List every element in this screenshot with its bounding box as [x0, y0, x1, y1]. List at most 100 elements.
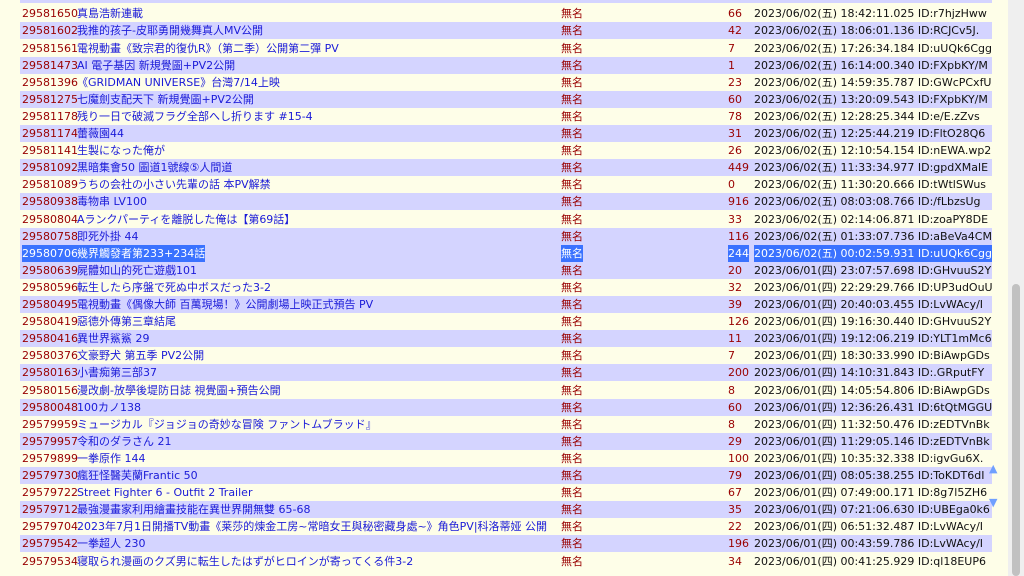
thread-title-link[interactable]: Aランクパーティを離脱した俺は【第69話】 [77, 211, 295, 228]
thread-row[interactable]: 29581396 《GRIDMAN UNIVERSE》台灣7/14上映 無名 23 20… [20, 73, 992, 91]
thread-title-link[interactable]: 電視動畫《偶像大師 百萬現場！》公開劇場上映正式預告 PV [77, 296, 373, 313]
thread-row[interactable]: 29581089 うちの会社の小さい先輩の話 本PV解禁 無名 0 2023/06/02… [20, 176, 992, 194]
thread-row[interactable]: 29579704 2023年7月1日開播TV動畫《莱莎的煉金工房~常暗女王與秘密藏… [20, 518, 992, 536]
thread-id: 29580596 [22, 280, 78, 294]
thread-row[interactable]: 29579730 瘋狂怪醫芙蘭Frantic 50 無名 79 2023/06/01(四… [20, 467, 992, 485]
thread-row[interactable]: 29581602 我推的孩子-皮耶勇開幾舞真人MV公開 無名 42 2023/06/02… [20, 22, 992, 40]
thread-title-link[interactable]: 蕾薇園44 [77, 125, 124, 142]
thread-row[interactable]: 29579899 一拳原作 144 無名 100 2023/06/01(四) 10:35… [20, 449, 992, 467]
thread-title-link[interactable]: 異世界鯊鯊 29 [77, 330, 150, 347]
scroll-down-icon[interactable]: ▼ [989, 497, 997, 508]
thread-title-link[interactable]: 一拳原作 144 [77, 450, 146, 467]
reply-count: 60 [728, 92, 742, 106]
thread-title-link[interactable]: 生製になった俺が [77, 142, 165, 159]
thread-row[interactable]: 29579959 ミュージカル『ジョジョの奇妙な冒険 ファントムブラッド』 無名 8 2… [20, 415, 992, 433]
thread-title-link[interactable]: 我推的孩子-皮耶勇開幾舞真人MV公開 [77, 22, 263, 39]
reply-count: 32 [728, 280, 742, 294]
thread-title-link[interactable]: 令和のダラさん 21 [77, 433, 172, 450]
thread-title-link[interactable]: 黒暗集會50 圖道1號線⑤人間道 [77, 159, 232, 176]
thread-author: 無名 [561, 41, 583, 55]
post-date-id: 2023/06/02(五) 18:42:11.025 ID:r7hjzHww [754, 7, 987, 21]
thread-title-link[interactable]: 毒物串 LV100 [77, 193, 147, 210]
thread-title-link[interactable]: 100カノ138 [77, 399, 141, 416]
scrollbar-thumb[interactable] [1012, 284, 1020, 576]
post-date-id: 2023/06/02(五) 11:33:34.977 ID:gpdXMalE [754, 161, 989, 175]
thread-row[interactable]: 29579722 Street Fighter 6 - Outfit 2 Trai… [20, 484, 992, 502]
thread-title-link[interactable]: 惡德外傳第三章結尾 [77, 313, 176, 330]
thread-title-link[interactable]: 残り一日で破滅フラグ全部へし折ります #15-4 [77, 108, 313, 125]
thread-title-link[interactable]: 一拳超人 230 [77, 535, 146, 552]
thread-author: 無名 [561, 332, 583, 346]
thread-row[interactable]: 29579542 一拳超人 230 無名 196 2023/06/01(四) 00:43… [20, 535, 992, 553]
thread-id: 29581174 [22, 127, 78, 140]
thread-title-link[interactable]: 幾界觸發者第233+234話 [77, 244, 206, 262]
thread-title-link[interactable]: 七魔劍支配天下 新規覺圖+PV2公開 [77, 91, 254, 108]
thread-author: 無名 [561, 127, 583, 140]
thread-title-link[interactable]: 最強漫畫家利用繪畫技能在異世界開無雙 65-68 [77, 501, 310, 518]
thread-title-link[interactable]: AI 電子基因 新規覺圖+PV2公開 [77, 57, 235, 74]
thread-title-link[interactable]: ミュージカル『ジョジョの奇妙な冒険 ファントムブラッド』 [77, 416, 377, 433]
thread-row[interactable]: 29581561 電視動畫《致宗君的復仇R》（第二季）公開第二彈 PV 無名 7 202… [20, 39, 992, 57]
thread-title-link[interactable]: 漫改劇-放學後堤防日誌 視覺圖+預告公開 [77, 382, 281, 399]
thread-row[interactable]: 29580416 異世界鯊鯊 29 無名 11 2023/06/01(四) 19:12:… [20, 330, 992, 348]
thread-author: 無名 [561, 451, 583, 465]
reply-count: 33 [728, 212, 742, 226]
thread-title-link[interactable]: Street Fighter 6 - Outfit 2 Trailer [77, 484, 252, 501]
thread-row[interactable]: 29581650 真島浩新連載 無名 66 2023/06/02(五) 18:42:11… [20, 5, 992, 23]
reply-count: 0 [728, 178, 735, 192]
thread-id: 29580639 [22, 263, 78, 277]
thread-row[interactable]: 29580376 文豪野犬 第五季 PV2公開 無名 7 2023/06/01(四) 1… [20, 347, 992, 365]
thread-row[interactable]: 29580804 Aランクパーティを離脱した俺は【第69話】 無名 33 2023/06… [20, 210, 992, 228]
thread-row[interactable]: 29581275 七魔劍支配天下 新規覺圖+PV2公開 無名 60 2023/06/02… [20, 90, 992, 108]
thread-row[interactable]: 29581092 黒暗集會50 圖道1號線⑤人間道 無名 449 2023/06/02(… [20, 159, 992, 177]
thread-id: 29580163 [22, 366, 78, 380]
thread-title-link[interactable]: 小書痴第三部37 [77, 364, 157, 381]
thread-id: 29579542 [22, 537, 78, 551]
thread-title-link[interactable]: 転生したら序盤で死ぬ中ボスだった3-2 [77, 279, 271, 296]
thread-title-link[interactable]: 即死外掛 44 [77, 228, 139, 245]
reply-count: 34 [728, 554, 742, 568]
thread-author: 無名 [561, 229, 583, 243]
thread-row[interactable]: 29580938 毒物串 LV100 無名 916 2023/06/02(五) 08:0… [20, 193, 992, 211]
thread-row[interactable]: 29580758 即死外掛 44 無名 116 2023/06/02(五) 01:33:… [20, 227, 992, 245]
reply-count: 126 [728, 315, 749, 329]
thread-row[interactable]: 29581473 AI 電子基因 新規覺圖+PV2公開 無名 1 2023/06/02(… [20, 56, 992, 74]
thread-row[interactable]: 29580596 転生したら序盤で死ぬ中ボスだった3-2 無名 32 2023/06/0… [20, 278, 993, 296]
post-date-id: 2023/06/01(四) 12:36:26.431 ID:6tQtMGGU [754, 400, 993, 414]
thread-title-link[interactable]: うちの会社の小さい先輩の話 本PV解禁 [77, 176, 271, 193]
thread-row[interactable]: 29579534 寝取られ漫画のクズ男に転生したはずがヒロインが寄ってくる件3-2… [20, 552, 992, 570]
post-date-id: 2023/06/02(五) 08:03:08.766 ID:/fLbzsUg [754, 195, 981, 209]
reply-count: 116 [728, 229, 749, 243]
reply-count: 22 [728, 520, 742, 534]
post-date-id: 2023/06/01(四) 19:12:06.219 ID:YLT1mMc6 [754, 332, 992, 346]
thread-row[interactable]: 29581178 残り一日で破滅フラグ全部へし折ります #15-4 無名 78 2023… [20, 107, 992, 125]
thread-title-link[interactable]: 瘋狂怪醫芙蘭Frantic 50 [77, 467, 198, 484]
thread-row[interactable]: 29581141 生製になった俺が 無名 26 2023/06/02(五) 12:10:… [20, 142, 992, 160]
thread-row[interactable]: 29580495 電視動畫《偶像大師 百萬現場！》公開劇場上映正式預告 PV 無名 3… [20, 296, 992, 314]
thread-row[interactable]: 29579957 令和のダラさん 21 無名 29 2023/06/01(四) 11:2… [20, 432, 992, 450]
thread-title-link[interactable]: 屍體如山的死亡遊戲101 [77, 262, 197, 279]
scroll-up-icon[interactable]: ▲ [989, 463, 997, 474]
thread-title-link[interactable]: 2023年7月1日開播TV動畫《莱莎的煉金工房~常暗女王與秘密藏身處~》角色PV… [77, 518, 547, 535]
thread-row[interactable]: 29580156 漫改劇-放學後堤防日誌 視覺圖+預告公開 無名 8 2023/06/0… [20, 381, 992, 399]
thread-row[interactable]: 29580639 屍體如山的死亡遊戲101 無名 20 2023/06/01(四) 23… [20, 261, 992, 279]
post-date-id: 2023/06/02(五) 18:06:01.136 ID:RCJCv5J. [754, 24, 980, 38]
thread-row[interactable]: 29580706 幾界觸發者第233+234話 無名 244 2023/06/02(五)… [20, 244, 992, 262]
reply-count: 20 [728, 263, 742, 277]
thread-author: 無名 [561, 366, 583, 380]
thread-title-link[interactable]: 寝取られ漫画のクズ男に転生したはずがヒロインが寄ってくる件3-2 [77, 553, 413, 570]
post-date-id: 2023/06/01(四) 14:10:31.843 ID:.GRputFY [754, 366, 985, 380]
thread-row[interactable]: 29580048 100カノ138 無名 60 2023/06/01(四) 12:36:… [20, 398, 993, 416]
thread-row[interactable]: 29580163 小書痴第三部37 無名 200 2023/06/01(四) 14:10… [20, 364, 992, 382]
thread-row[interactable]: 29580419 惡德外傳第三章結尾 無名 126 2023/06/01(四) 19:1… [20, 313, 992, 331]
thread-title-link[interactable]: 《GRIDMAN UNIVERSE》台灣7/14上映 [77, 74, 280, 91]
thread-row[interactable]: 29581174 蕾薇園44 無名 31 2023/06/02(五) 12:25:44.… [20, 125, 992, 143]
thread-id: 29579957 [22, 434, 78, 448]
reply-count: 60 [728, 400, 742, 414]
thread-title-link[interactable]: 電視動畫《致宗君的復仇R》（第二季）公開第二彈 PV [77, 40, 339, 57]
thread-row[interactable]: 29579712 最強漫畫家利用繪畫技能在異世界開無雙 65-68 無名 35 2023… [20, 501, 992, 519]
thread-title-link[interactable]: 文豪野犬 第五季 PV2公開 [77, 347, 204, 364]
thread-id: 29580758 [22, 229, 78, 243]
thread-id: 29580495 [22, 298, 78, 311]
thread-title-link[interactable]: 真島浩新連載 [77, 5, 143, 22]
